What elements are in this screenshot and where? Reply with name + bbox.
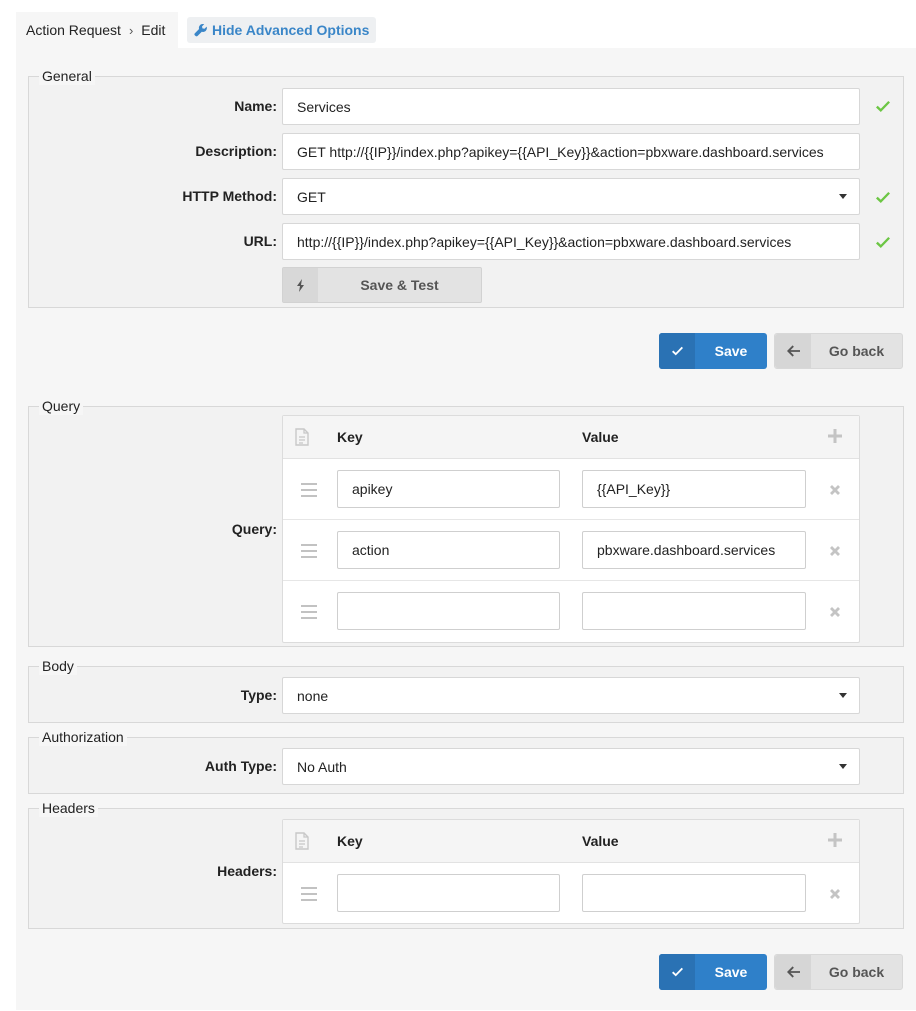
name-value: Services <box>297 98 351 115</box>
caret-down-icon <box>839 194 847 199</box>
chevron-right-icon: › <box>128 22 134 38</box>
query-key-header: Key <box>337 429 363 445</box>
name-label: Name: <box>234 98 277 114</box>
headers-key-header: Key <box>337 833 363 849</box>
query-value-input[interactable]: {{API_Key}} <box>582 470 806 508</box>
document-icon <box>295 832 309 850</box>
caret-down-icon <box>839 693 847 698</box>
headers-value-header: Value <box>582 833 619 849</box>
go-back-button[interactable]: Go back <box>774 333 903 369</box>
description-label: Description: <box>195 143 277 159</box>
general-legend: General <box>39 67 95 85</box>
query-key-input[interactable] <box>337 592 560 630</box>
http-method-value: GET <box>297 188 326 205</box>
url-label: URL: <box>243 233 277 249</box>
header-value-input[interactable] <box>582 874 806 912</box>
headers-label: Headers: <box>217 863 277 879</box>
table-row: action pbxware.dashboard.services <box>283 520 859 581</box>
caret-down-icon <box>839 764 847 769</box>
save-button[interactable]: Save <box>659 333 767 369</box>
http-method-label: HTTP Method: <box>182 188 277 204</box>
query-key-value: action <box>352 542 390 558</box>
save-label: Save <box>714 964 748 980</box>
authorization-group: Authorization Auth Type: No Auth <box>28 728 904 794</box>
body-type-label: Type: <box>240 687 277 703</box>
headers-legend: Headers <box>39 799 98 817</box>
valid-check-icon <box>876 192 890 203</box>
auth-type-label: Auth Type: <box>204 758 277 774</box>
save-and-test-button[interactable]: Save & Test <box>282 267 482 303</box>
auth-type-value: No Auth <box>297 758 347 775</box>
close-icon[interactable] <box>829 484 841 496</box>
edit-panel: General Name: Services Description: GET … <box>16 48 916 1010</box>
query-value-input[interactable] <box>582 592 806 630</box>
close-icon[interactable] <box>829 888 841 900</box>
document-icon <box>295 428 309 446</box>
table-row: apikey {{API_Key}} <box>283 459 859 520</box>
query-legend: Query <box>39 397 84 415</box>
table-row <box>283 863 859 923</box>
name-input[interactable]: Services <box>282 88 860 125</box>
breadcrumb: Action Request › Edit <box>16 12 178 48</box>
url-value: http://{{IP}}/index.php?apikey={{API_Key… <box>297 233 792 250</box>
body-type-select[interactable]: none <box>282 677 860 714</box>
query-value-value: pbxware.dashboard.services <box>597 542 776 558</box>
headers-table: Key Value <box>282 819 860 924</box>
body-type-value: none <box>297 687 329 704</box>
description-value: GET http://{{IP}}/index.php?apikey={{API… <box>297 143 824 160</box>
arrow-left-icon <box>775 955 811 989</box>
close-icon[interactable] <box>829 545 841 557</box>
query-value-input[interactable]: pbxware.dashboard.services <box>582 531 806 569</box>
arrow-left-icon <box>775 334 811 368</box>
check-icon <box>659 333 695 369</box>
valid-check-icon <box>876 237 890 248</box>
top-bar: Action Request › Edit Hide Advanced Opti… <box>16 12 916 48</box>
plus-icon[interactable] <box>828 429 842 443</box>
query-value-value: {{API_Key}} <box>597 481 671 497</box>
save-label: Save <box>714 343 748 359</box>
close-icon[interactable] <box>829 606 841 618</box>
http-method-select[interactable]: GET <box>282 178 860 215</box>
query-group: Query Query: Key Value apikey {{API_Key}… <box>28 397 904 647</box>
headers-table-header: Key Value <box>283 820 859 863</box>
query-table-header: Key Value <box>283 416 859 459</box>
url-input[interactable]: http://{{IP}}/index.php?apikey={{API_Key… <box>282 223 860 260</box>
drag-handle-icon[interactable] <box>301 544 317 562</box>
query-table: Key Value apikey {{API_Key}} action pbxw… <box>282 415 860 643</box>
go-back-label: Go back <box>828 343 885 359</box>
wrench-icon <box>194 23 207 37</box>
query-key-input[interactable]: action <box>337 531 560 569</box>
query-label: Query: <box>231 521 277 537</box>
general-group: General Name: Services Description: GET … <box>28 67 904 308</box>
drag-handle-icon[interactable] <box>301 887 317 905</box>
body-group: Body Type: none <box>28 657 904 723</box>
auth-type-select[interactable]: No Auth <box>282 748 860 785</box>
go-back-label: Go back <box>828 964 885 980</box>
query-key-value: apikey <box>352 481 393 497</box>
description-input[interactable]: GET http://{{IP}}/index.php?apikey={{API… <box>282 133 860 170</box>
hide-advanced-options-button[interactable]: Hide Advanced Options <box>187 17 377 43</box>
headers-group: Headers Headers: Key Value <box>28 799 904 929</box>
table-row <box>283 581 859 642</box>
hide-advanced-options-label: Hide Advanced Options <box>212 22 370 38</box>
drag-handle-icon[interactable] <box>301 483 317 501</box>
plus-icon[interactable] <box>828 833 842 847</box>
authorization-legend: Authorization <box>39 728 127 746</box>
save-and-test-label: Save & Test <box>360 277 439 293</box>
header-key-input[interactable] <box>337 874 560 912</box>
bolt-icon <box>283 268 318 302</box>
breadcrumb-current: Edit <box>141 22 166 38</box>
valid-check-icon <box>876 101 890 112</box>
drag-handle-icon[interactable] <box>301 605 317 623</box>
query-key-input[interactable]: apikey <box>337 470 560 508</box>
breadcrumb-parent[interactable]: Action Request <box>26 22 121 38</box>
go-back-button[interactable]: Go back <box>774 954 903 990</box>
query-value-header: Value <box>582 429 619 445</box>
save-button[interactable]: Save <box>659 954 767 990</box>
body-legend: Body <box>39 657 77 675</box>
check-icon <box>659 954 695 990</box>
